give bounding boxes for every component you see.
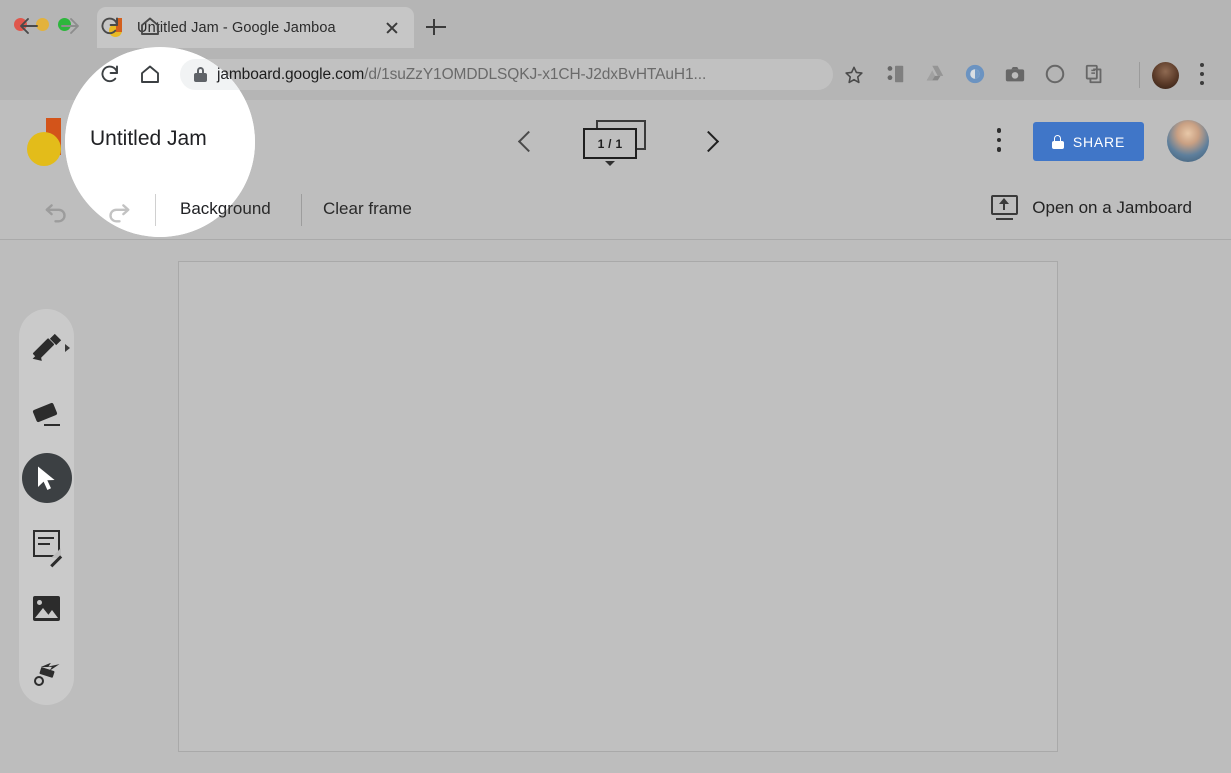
url-text: jamboard.google.com/d/1suZzY1OMDDLSQKJ-x… xyxy=(217,66,255,84)
share-button[interactable]: SHARE xyxy=(1033,122,1144,161)
browser-kebab-menu-icon[interactable] xyxy=(1199,63,1205,89)
url-host: jamboard.google.com xyxy=(217,65,255,83)
jam-title-highlighted[interactable]: Untitled Jam xyxy=(90,127,207,151)
home-icon[interactable] xyxy=(138,62,162,86)
previous-frame-icon[interactable] xyxy=(512,127,542,157)
lock-icon xyxy=(1051,134,1064,149)
home-icon[interactable] xyxy=(138,14,162,38)
circle-extension-icon[interactable] xyxy=(1044,63,1066,85)
laser-pointer-tool[interactable] xyxy=(19,640,74,705)
clear-frame-button[interactable]: Clear frame xyxy=(323,199,412,219)
address-bar[interactable]: jamboard.google.com/d/1suZzY1OMDDLSQKJ-x… xyxy=(180,59,833,90)
image-icon xyxy=(33,595,60,621)
redo-icon[interactable] xyxy=(104,196,134,226)
new-tab-icon[interactable] xyxy=(424,15,448,39)
star-icon[interactable] xyxy=(843,64,865,86)
forward-arrow-icon[interactable] xyxy=(58,14,82,38)
frame-counter-label: 1 / 1 xyxy=(583,128,637,159)
pen-tool[interactable] xyxy=(19,317,74,382)
toolbar-divider xyxy=(301,194,302,226)
copy-documents-icon[interactable] xyxy=(1084,63,1106,85)
toolbar-divider xyxy=(1139,62,1140,88)
open-on-jamboard-label: Open on a Jamboard xyxy=(1032,197,1192,217)
spotlight-highlight: jamboard.google.com/d/1suZzY1OMDDLSQKJ-x… xyxy=(65,47,255,237)
next-frame-icon[interactable] xyxy=(692,127,722,157)
cursor-arrow-icon xyxy=(35,465,59,492)
jamboard-account-avatar[interactable] xyxy=(1167,120,1209,162)
select-tool[interactable] xyxy=(19,446,74,511)
lock-icon xyxy=(194,67,207,82)
browser-window: Untitled Jam - Google Jamboa jamboard.go… xyxy=(0,0,1231,773)
add-image-tool[interactable] xyxy=(19,576,74,641)
eraser-tool[interactable] xyxy=(19,382,74,447)
open-on-jamboard-button[interactable]: Open on a Jamboard xyxy=(991,195,1192,220)
back-arrow-icon[interactable] xyxy=(17,14,41,38)
frame-navigation: 1 / 1 xyxy=(512,118,722,166)
google-drive-icon[interactable] xyxy=(924,63,946,85)
browser-extension-icon[interactable] xyxy=(964,63,986,85)
reload-icon[interactable] xyxy=(98,62,122,86)
extension-icons xyxy=(884,63,1106,85)
chevron-right-icon xyxy=(64,344,70,353)
tool-rail xyxy=(19,309,74,705)
close-icon[interactable] xyxy=(382,18,402,38)
url-path: /d/1suZzY1OMDDLSQKJ-x1CH-J2dxBvHTAuH1... xyxy=(364,65,707,83)
eraser-icon xyxy=(31,401,62,427)
url-text: jamboard.google.com/d/1suZzY1OMDDLSQKJ-x… xyxy=(217,66,706,84)
sticky-note-icon xyxy=(33,529,62,568)
jam-canvas[interactable] xyxy=(178,261,1058,752)
frame-counter[interactable]: 1 / 1 xyxy=(582,120,652,166)
tab-title: Untitled Jam - Google Jamboa xyxy=(137,19,336,36)
screenshot-camera-icon[interactable] xyxy=(1004,63,1026,85)
tab-strip: Untitled Jam - Google Jamboa xyxy=(0,0,1231,48)
background-button[interactable]: Background xyxy=(180,199,255,219)
pen-icon xyxy=(32,334,70,365)
chevron-down-icon[interactable] xyxy=(605,161,615,166)
sticky-note-tool[interactable] xyxy=(19,511,74,576)
forward-arrow-icon[interactable] xyxy=(65,62,82,86)
contacts-extension-icon[interactable] xyxy=(884,63,906,85)
browser-profile-avatar[interactable] xyxy=(1152,62,1179,89)
address-bar[interactable]: jamboard.google.com/d/1suZzY1OMDDLSQKJ-x… xyxy=(180,59,255,90)
laser-pointer-icon xyxy=(33,660,61,686)
jamboard-logo-icon[interactable] xyxy=(65,118,72,166)
reload-icon[interactable] xyxy=(98,14,122,38)
share-button-label: SHARE xyxy=(1072,133,1126,150)
jam-more-menu-icon[interactable] xyxy=(996,128,1002,154)
present-to-board-icon xyxy=(991,195,1019,220)
